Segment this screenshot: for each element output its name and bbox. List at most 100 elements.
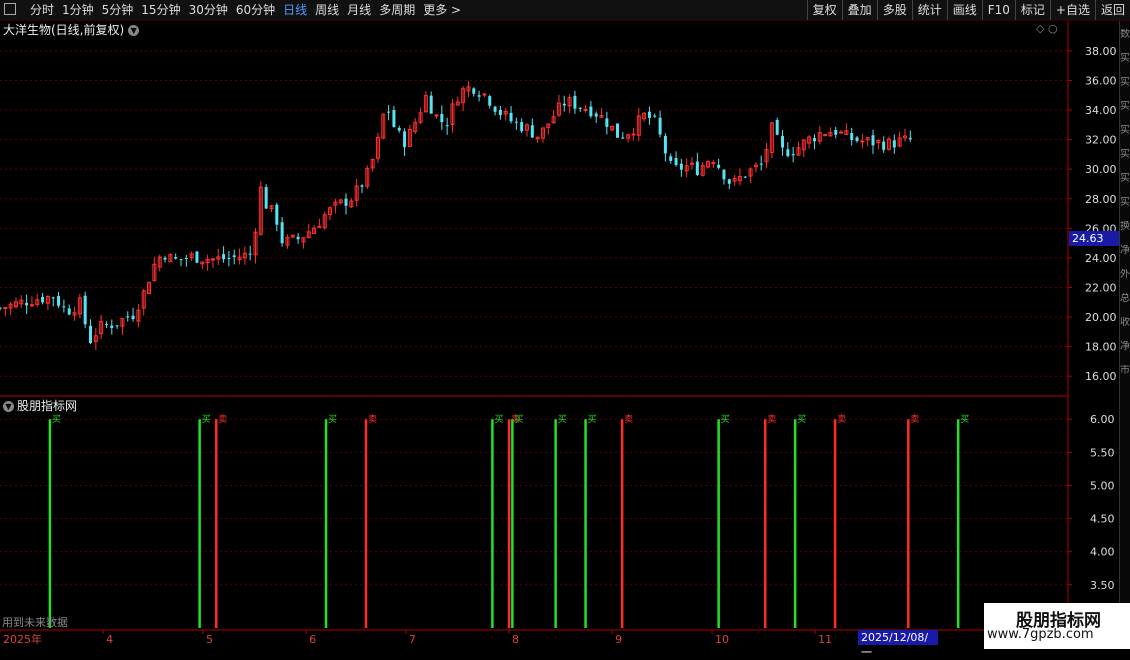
date-tick-label: 7 [409,633,416,646]
candle-body [3,307,8,310]
signal-label: 卖 [218,414,227,425]
candle-body [669,156,673,161]
candle-body [184,257,188,259]
candle-body [88,325,92,343]
signal-label: 买 [721,414,730,425]
candle-body [317,225,322,228]
candle-body [179,259,183,261]
date-tick-label: 6 [309,633,316,646]
candle-body [621,137,625,139]
candle-body [589,106,593,117]
signal-label: 买 [494,414,503,425]
candle-body [871,135,875,146]
candle-body [578,107,582,109]
settings-circle-icon[interactable]: ○ [1048,22,1058,35]
indicator-tick-label: 5.50 [1090,446,1115,459]
indicator-tick-label: 4.00 [1090,546,1115,559]
signal-bars: 买买卖买卖买卖买买买卖买卖买卖卖买 [48,414,969,628]
candle-body [674,158,678,165]
price-tick-label: 22.00 [1085,281,1117,294]
candle-body [727,179,731,184]
candle-body [882,141,886,150]
candle-body [344,198,348,206]
candle-body [0,307,2,309]
diamond-icon[interactable]: ◇ [1036,22,1044,35]
info-panel-label: 实 [1120,125,1130,136]
price-tick-label: 20.00 [1085,311,1117,324]
signal-label: 买 [52,414,61,425]
candle-body [387,111,391,113]
info-panel-label: 收 [1120,317,1130,328]
candle-body [403,131,407,148]
candle-body [850,133,854,140]
candle-body [472,88,476,94]
candle-body [51,297,55,299]
candle-body [440,113,444,123]
candle-body [264,187,268,209]
candle-body [57,296,61,306]
signal-label: 卖 [624,414,633,425]
candle-body [210,258,215,261]
signal-label: 买 [797,414,806,425]
price-tick-label: 34.00 [1085,104,1117,117]
right-info-panel[interactable]: 数实实实实实实实换净外总收净市 [1119,21,1130,629]
candle-body [781,136,785,148]
candle-body [62,306,66,308]
candle-body [248,253,252,255]
chevron-down-icon[interactable]: ▼ [128,25,140,36]
candle-body [514,121,518,123]
price-tick-label: 38.00 [1085,45,1117,58]
candle-body [104,324,108,326]
candle-body [908,137,912,140]
candle-body [647,111,651,118]
candle-body [110,325,114,329]
info-panel-label: 净 [1120,245,1130,256]
candle-body [631,133,636,136]
candle-body [392,109,396,127]
candle-body [791,154,795,156]
candle-body [530,125,534,138]
price-grid [0,50,1068,377]
candle-body [195,251,199,263]
candle-body [445,125,449,127]
candle-body [360,185,364,187]
info-panel-label: 总 [1120,293,1130,304]
signal-label: 买 [558,414,567,425]
price-tick-label: 30.00 [1085,163,1117,176]
indicator-title[interactable]: ▼ 股朋指标网 [3,398,77,414]
candle-body [493,106,497,112]
info-panel-label: 净 [1120,341,1130,352]
info-panel-label: 实 [1120,53,1130,64]
date-tick-label: 9 [615,633,622,646]
chevron-down-icon[interactable]: ▼ [3,401,14,412]
signal-label: 卖 [910,414,919,425]
signal-label: 卖 [368,414,377,425]
candle-body [695,161,699,175]
candle-body [594,113,598,117]
candle-body [892,140,896,148]
info-panel-label: 实 [1120,149,1130,160]
indicator-tick-label: 3.50 [1090,579,1115,592]
date-tick-label: 5 [206,633,213,646]
candle-body [775,120,779,135]
candle-body [275,204,279,225]
candle-body [823,134,828,137]
info-panel-label: 实 [1120,77,1130,88]
candle-body [397,127,401,131]
candle-body [786,149,790,157]
stock-title[interactable]: 大洋生物(日线,前复权) ▼ [3,21,140,39]
candle-body [498,109,502,116]
date-tick-label: 8 [512,633,519,646]
kline-chart[interactable]: 38.0036.0034.0032.0030.0028.0026.0024.00… [0,0,1130,650]
candle-body [482,93,487,96]
candle-body [860,140,865,143]
candle-body [722,169,726,180]
current-price-tag: 24.63 [1069,231,1119,246]
indicator-tick-label: 5.00 [1090,479,1115,492]
candle-body [163,257,167,260]
candle-body [605,118,609,127]
candle-body [615,123,619,138]
candle-body [663,135,667,154]
candle-body [41,296,45,303]
price-axis: 38.0036.0034.0032.0030.0028.0026.0024.00… [1068,45,1117,383]
